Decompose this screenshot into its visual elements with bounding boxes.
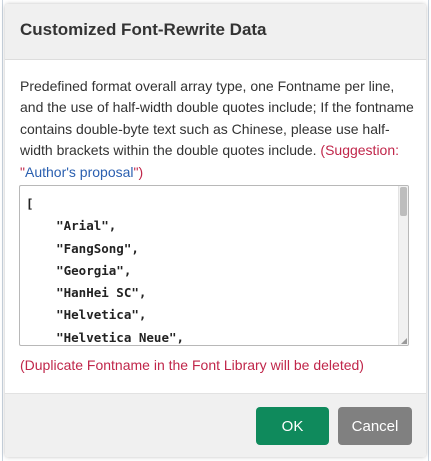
- font-list-content[interactable]: [ "Arial", "FangSong", "Georgia", "HanHe…: [26, 193, 184, 345]
- dialog-description: Predefined format overall array type, on…: [20, 76, 415, 183]
- backdrop-edge-left: [2, 0, 3, 461]
- ok-button[interactable]: OK: [256, 407, 329, 445]
- font-rewrite-dialog: Customized Font-Rewrite Data Predefined …: [5, 4, 426, 457]
- editor-scrollbar[interactable]: [398, 186, 408, 345]
- dialog-title: Customized Font-Rewrite Data: [20, 20, 267, 39]
- resize-handle-icon[interactable]: [401, 338, 407, 344]
- dialog-header: Customized Font-Rewrite Data: [5, 4, 426, 60]
- scrollbar-thumb[interactable]: [400, 187, 407, 216]
- suggestion-suffix: "): [133, 163, 144, 180]
- font-list-textarea[interactable]: [ "Arial", "FangSong", "Georgia", "HanHe…: [19, 185, 409, 346]
- cancel-button[interactable]: Cancel: [338, 407, 412, 445]
- backdrop-edge-right: [428, 0, 429, 461]
- duplicate-warning: (Duplicate Fontname in the Font Library …: [20, 357, 364, 373]
- dialog-footer: OK Cancel: [5, 393, 426, 457]
- authors-proposal-link[interactable]: Author's proposal: [25, 164, 134, 180]
